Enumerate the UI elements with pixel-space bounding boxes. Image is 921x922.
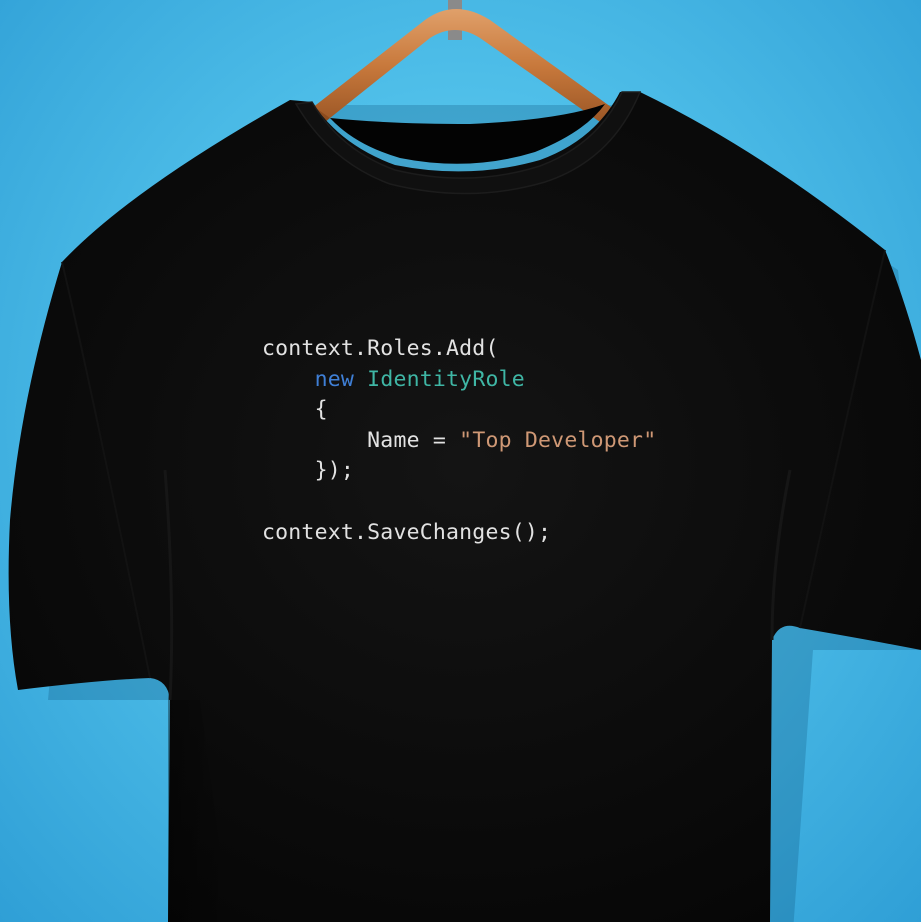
code-line: { (262, 395, 656, 426)
code-keyword: new (314, 366, 355, 392)
code-line: }); (262, 456, 656, 487)
code-text: context.Roles.Add( (262, 336, 499, 361)
code-line: new IdentityRole (262, 365, 656, 396)
code-print: context.Roles.Add( new IdentityRole { Na… (262, 334, 656, 548)
code-text: context.SaveChanges(); (262, 519, 552, 545)
code-type: IdentityRole (367, 366, 525, 392)
code-string: "Top Developer" (459, 427, 657, 453)
code-line: context.Roles.Add( (262, 334, 656, 365)
code-property: Name = (367, 427, 460, 453)
code-close: }); (314, 458, 355, 484)
code-brace: { (314, 397, 328, 423)
code-line: Name = "Top Developer" (262, 426, 656, 457)
code-line: context.SaveChanges(); (262, 518, 656, 549)
